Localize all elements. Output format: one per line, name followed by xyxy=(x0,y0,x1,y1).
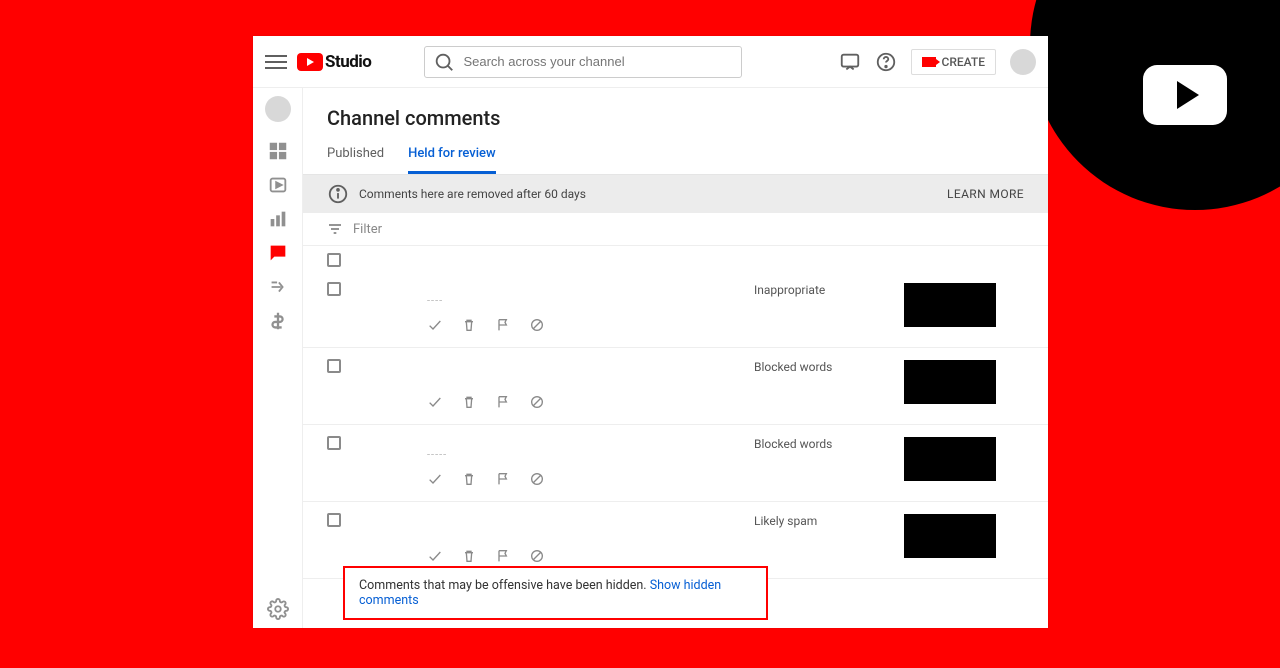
filter-bar[interactable]: Filter xyxy=(303,213,1048,246)
filter-label: Filter xyxy=(353,222,382,237)
record-icon xyxy=(922,57,936,67)
select-all-checkbox[interactable] xyxy=(327,253,341,267)
info-text: Comments here are removed after 60 days xyxy=(359,187,586,201)
comments-list: ---- Inappropriate Blocked words xyxy=(303,271,1048,579)
create-label: CREATE xyxy=(942,55,985,69)
youtube-play-icon xyxy=(297,53,323,71)
approve-icon[interactable] xyxy=(427,548,443,564)
account-avatar[interactable] xyxy=(1010,49,1036,75)
comment-row: ---- Inappropriate xyxy=(303,271,1048,348)
hold-reason: Blocked words xyxy=(754,358,894,374)
comment-checkbox[interactable] xyxy=(327,513,341,527)
learn-more-link[interactable]: LEARN MORE xyxy=(947,187,1024,201)
comment-text-placeholder: ---- xyxy=(367,294,744,307)
hidden-notice-text: Comments that may be offensive have been… xyxy=(359,578,650,593)
youtube-logo-icon xyxy=(1143,65,1227,125)
main-content: Channel comments Published Held for revi… xyxy=(303,88,1048,628)
hold-reason: Inappropriate xyxy=(754,281,894,297)
comment-row: ----- Blocked words xyxy=(303,425,1048,502)
comment-text-placeholder: ----- xyxy=(367,448,744,461)
block-icon[interactable] xyxy=(529,548,545,564)
sidebar-item-content[interactable] xyxy=(267,174,289,196)
tabs: Published Held for review xyxy=(303,138,1048,175)
hidden-comments-notice: Comments that may be offensive have been… xyxy=(343,566,768,620)
decorative-corner xyxy=(1030,0,1280,210)
search-icon xyxy=(433,51,455,73)
studio-app: Studio CREATE xyxy=(253,36,1048,628)
report-icon[interactable] xyxy=(495,394,511,410)
delete-icon[interactable] xyxy=(461,394,477,410)
delete-icon[interactable] xyxy=(461,548,477,564)
block-icon[interactable] xyxy=(529,471,545,487)
sidebar-item-subtitles[interactable] xyxy=(267,276,289,298)
report-icon[interactable] xyxy=(495,471,511,487)
comment-checkbox[interactable] xyxy=(327,436,341,450)
approve-icon[interactable] xyxy=(427,317,443,333)
page-title: Channel comments xyxy=(303,88,1048,138)
sidebar-item-analytics[interactable] xyxy=(267,208,289,230)
video-thumbnail[interactable] xyxy=(904,283,996,327)
menu-icon[interactable] xyxy=(265,51,287,73)
video-thumbnail[interactable] xyxy=(904,437,996,481)
approve-icon[interactable] xyxy=(427,394,443,410)
delete-icon[interactable] xyxy=(461,471,477,487)
studio-wordmark: Studio xyxy=(325,52,371,72)
delete-icon[interactable] xyxy=(461,317,477,333)
sidebar xyxy=(253,88,303,628)
video-thumbnail[interactable] xyxy=(904,360,996,404)
search-input[interactable] xyxy=(463,54,733,69)
report-icon[interactable] xyxy=(495,548,511,564)
create-button[interactable]: CREATE xyxy=(911,49,996,75)
filter-icon xyxy=(327,221,343,237)
help-icon[interactable] xyxy=(875,51,897,73)
hold-reason: Likely spam xyxy=(754,512,894,528)
app-header: Studio CREATE xyxy=(253,36,1048,88)
channel-avatar[interactable] xyxy=(265,96,291,122)
comment-checkbox[interactable] xyxy=(327,359,341,373)
info-banner: Comments here are removed after 60 days … xyxy=(303,175,1048,213)
sidebar-item-monetization[interactable] xyxy=(267,310,289,332)
comment-row: Blocked words xyxy=(303,348,1048,425)
block-icon[interactable] xyxy=(529,394,545,410)
report-icon[interactable] xyxy=(495,317,511,333)
sidebar-item-settings[interactable] xyxy=(267,598,289,620)
tab-published[interactable]: Published xyxy=(327,138,384,174)
approve-icon[interactable] xyxy=(427,471,443,487)
video-thumbnail[interactable] xyxy=(904,514,996,558)
chat-icon[interactable] xyxy=(839,51,861,73)
comment-checkbox[interactable] xyxy=(327,282,341,296)
hold-reason: Blocked words xyxy=(754,435,894,451)
info-icon xyxy=(327,183,349,205)
search-box[interactable] xyxy=(424,46,742,78)
sidebar-item-comments[interactable] xyxy=(267,242,289,264)
block-icon[interactable] xyxy=(529,317,545,333)
studio-logo[interactable]: Studio xyxy=(297,52,371,72)
sidebar-item-dashboard[interactable] xyxy=(267,140,289,162)
tab-held-for-review[interactable]: Held for review xyxy=(408,138,496,174)
